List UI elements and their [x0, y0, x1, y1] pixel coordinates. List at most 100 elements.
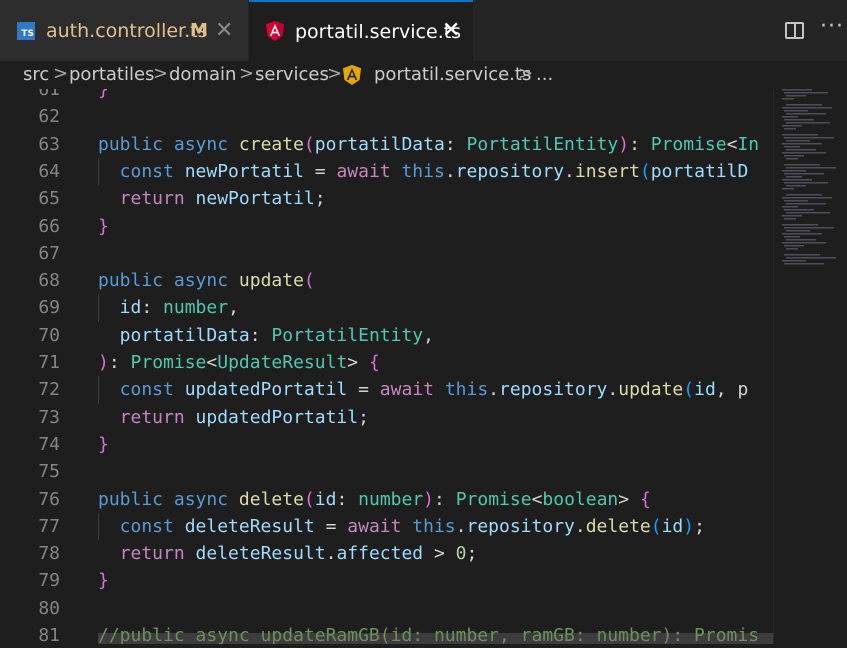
code-token: ,	[228, 297, 239, 319]
minimap-line	[784, 110, 808, 112]
code-token: }	[98, 215, 109, 237]
minimap-line	[786, 104, 822, 106]
minimap-line	[782, 125, 802, 127]
code-token: public	[98, 270, 174, 292]
code-token: {	[639, 488, 651, 510]
code-token: deleteResult	[195, 543, 326, 565]
minimap-line	[786, 212, 830, 214]
line-number: 80	[38, 597, 60, 619]
code-line[interactable]: 76 public async delete(id: number): Promi…	[0, 486, 773, 513]
code-token: Promise	[130, 352, 207, 373]
code-line[interactable]: 73 return updatedPortatil;	[0, 404, 773, 431]
breadcrumb-item-file[interactable]: portatil.service.ts	[374, 64, 531, 85]
close-icon[interactable]: ✕	[442, 18, 460, 43]
line-number: 73	[38, 406, 60, 428]
breadcrumb-item-more[interactable]: ...	[536, 64, 553, 85]
minimap[interactable]	[773, 89, 847, 644]
code-token: repository	[455, 160, 565, 182]
minimap-line	[782, 224, 818, 226]
minimap-line	[782, 152, 826, 154]
close-icon[interactable]: ✕	[215, 18, 233, 43]
code-text: public async update(	[98, 267, 315, 294]
code-line[interactable]: 72 const updatedPortatil = await this.re…	[0, 376, 773, 403]
code-token: ;	[314, 188, 326, 210]
code-token: ;	[358, 406, 369, 428]
minimap-line	[786, 203, 826, 205]
minimap-line	[786, 122, 830, 124]
code-line[interactable]: 71): Promise<UpdateResult> {	[0, 349, 773, 376]
code-line[interactable]: 63 public async create(portatilData: Port…	[0, 131, 773, 158]
minimap-line	[784, 254, 820, 256]
code-line[interactable]: 68 public async update(	[0, 267, 773, 294]
minimap-line	[782, 116, 798, 118]
code-line[interactable]: 75	[0, 458, 773, 485]
tab-label: portatil.service.ts	[295, 21, 462, 43]
code-line[interactable]: 78 return deleteResult.affected > 0;	[0, 540, 773, 567]
code-token: id	[661, 515, 684, 537]
code-editor[interactable]: 61} 62 63 public async create(portatilData:…	[0, 89, 773, 644]
modified-badge: M	[190, 20, 208, 41]
code-token: const	[98, 160, 185, 182]
code-text: public async create(portatilData: Portat…	[98, 131, 759, 158]
code-token: )	[423, 488, 435, 510]
code-line[interactable]: 61}	[0, 89, 773, 103]
code-token: .	[564, 160, 575, 182]
minimap-line	[784, 200, 808, 202]
line-number: 72	[38, 379, 60, 401]
minimap-line	[784, 227, 834, 229]
code-line[interactable]: 79}	[0, 567, 773, 594]
code-line[interactable]: 66}	[0, 213, 773, 240]
minimap-line	[782, 233, 822, 235]
code-text: }	[98, 89, 109, 103]
minimap-line	[786, 149, 816, 151]
code-token: (	[303, 488, 315, 510]
chevron-right-icon: >	[153, 63, 169, 84]
minimap-line	[782, 134, 818, 136]
minimap-line	[782, 206, 798, 208]
code-token: portatilData	[314, 133, 445, 155]
tab-portatil-service[interactable]: portatil.service.ts ✕	[249, 0, 473, 61]
code-line[interactable]: 69 id: number,	[0, 294, 773, 321]
breadcrumb-item-src[interactable]: src	[23, 64, 49, 85]
code-token: await	[379, 379, 445, 401]
tab-bar: TS auth.controller.ts M ✕ portatil.servi…	[0, 0, 847, 61]
code-line[interactable]: 64 const newPortatil = await this.reposi…	[0, 158, 773, 185]
line-number: 63	[38, 133, 60, 155]
more-actions-icon[interactable]: ···	[820, 14, 844, 39]
indent-guide	[98, 512, 99, 541]
code-token: .	[574, 515, 586, 537]
code-token: newPortatil	[195, 188, 315, 210]
code-token: affected	[336, 543, 424, 565]
breadcrumb: src > portatiles > domain > services > p…	[0, 61, 847, 89]
horizontal-scrollbar[interactable]	[98, 633, 773, 644]
code-token: portatilD	[650, 160, 749, 182]
code-text: }	[98, 567, 109, 594]
minimap-line	[786, 257, 836, 259]
code-line[interactable]: 80	[0, 595, 773, 622]
line-number: 78	[38, 543, 60, 565]
code-token: const	[98, 515, 185, 537]
breadcrumb-item-services[interactable]: services	[255, 64, 329, 85]
code-token: :	[629, 133, 651, 155]
minimap-line	[784, 182, 828, 184]
code-token: )	[618, 133, 630, 155]
breadcrumb-item-portatiles[interactable]: portatiles	[69, 64, 154, 85]
code-line[interactable]: 62	[0, 103, 773, 130]
code-token: id	[694, 379, 716, 401]
minimap-line	[784, 173, 824, 175]
split-editor-icon[interactable]	[785, 22, 804, 39]
breadcrumb-item-domain[interactable]: domain	[169, 64, 236, 85]
minimap-line	[786, 194, 822, 196]
minimap-line	[784, 137, 834, 139]
code-line[interactable]: 74}	[0, 431, 773, 458]
minimap-line	[782, 107, 832, 109]
code-line[interactable]: 65 return newPortatil;	[0, 185, 773, 212]
code-line[interactable]: 77 const deleteResult = await this.repos…	[0, 513, 773, 540]
line-number: 64	[38, 160, 60, 182]
minimap-line	[786, 158, 798, 160]
code-line[interactable]: 70 portatilData: PortatilEntity,	[0, 322, 773, 349]
code-token: return	[98, 188, 196, 210]
code-text: }	[98, 213, 109, 240]
code-line[interactable]: 67	[0, 240, 773, 267]
tab-auth-controller[interactable]: TS auth.controller.ts M ✕	[0, 0, 249, 61]
